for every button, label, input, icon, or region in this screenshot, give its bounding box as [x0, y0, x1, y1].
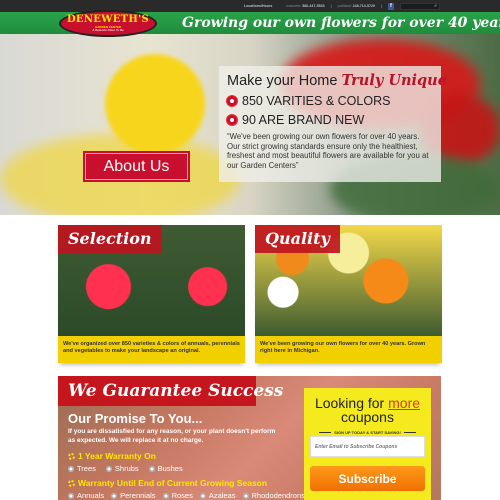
search-icon[interactable]: ⌕: [434, 3, 437, 9]
bullet-icon: [68, 465, 74, 472]
hero-feature-text: 90 ARE BRAND NEW: [242, 113, 365, 127]
coupon-tagline: SIGN UP TODAY & START SAVING!: [304, 430, 431, 435]
hero-feature: 90 ARE BRAND NEW: [227, 113, 433, 127]
email-input[interactable]: [310, 436, 425, 457]
logo-name: DENEWETH'S: [66, 14, 150, 25]
bullet-icon: [68, 492, 74, 499]
hero-heading: Make your Home Truly Unique: [227, 72, 447, 89]
divider: [403, 432, 416, 433]
hero-feature: 850 VARITIES & COLORS: [227, 94, 433, 108]
warranty-items: Annuals Perennials Roses Azaleas Rhodode…: [68, 491, 305, 500]
hero-feature-text: 850 VARITIES & COLORS: [242, 94, 391, 108]
phone-label: portland:: [337, 4, 352, 8]
bullet-icon: [148, 465, 155, 472]
coupon-signup-box: Looking for more coupons SIGN UP TODAY &…: [304, 388, 431, 500]
warranty-item-text: Shrubs: [114, 464, 139, 473]
phone-label: macomb:: [286, 4, 302, 8]
header-tagline: Growing our own flowers for over 40 year…: [182, 15, 500, 31]
bullet-icon: [199, 492, 206, 499]
warranty-item-text: Trees: [77, 464, 96, 473]
about-us-button[interactable]: About Us: [83, 151, 190, 182]
logo[interactable]: DENEWETH'S GARDEN CENTER A Beautiful Pla…: [59, 10, 157, 37]
phone-number[interactable]: 248-714-5720: [353, 4, 375, 8]
card-caption: We've organized over 850 varieties & col…: [58, 336, 245, 363]
coupon-tagline-text: SIGN UP TODAY & START SAVING!: [334, 430, 401, 435]
card-title: Quality: [255, 225, 340, 253]
selection-card[interactable]: Selection We've organized over 850 varie…: [58, 225, 245, 363]
warranty-item-text: Azaleas: [208, 491, 236, 500]
hero-quote: “We've been growing our own flowers for …: [227, 132, 429, 170]
warranty-item: Rhododendrons: [242, 491, 305, 500]
bullet-icon: [111, 492, 118, 499]
subscribe-button[interactable]: Subscribe: [310, 466, 425, 491]
warranty-item-text: Rhododendrons: [251, 491, 305, 500]
warranty-item: Shrubs: [105, 464, 139, 473]
facebook-icon[interactable]: f: [388, 2, 394, 10]
warranty-item-text: Roses: [171, 491, 193, 500]
warranty-item: Annuals: [68, 491, 104, 500]
warranty-item: Roses: [162, 491, 193, 500]
warranty-heading: 1 Year Warranty On: [68, 451, 156, 461]
phone-portland: portland: 248-714-5720: [338, 4, 375, 8]
card-caption: We've been growing our own flowers for o…: [255, 336, 442, 363]
divider: [319, 432, 332, 433]
locations-hours-link[interactable]: Locations/Hours: [244, 4, 272, 8]
warranty-item: Perennials: [111, 491, 156, 500]
promise-text: If you are dissatisfied for any reason, …: [68, 428, 276, 444]
card-title: Selection: [58, 225, 162, 253]
phone-number[interactable]: 586-247-5533: [302, 4, 324, 8]
hero-banner: Make your Home Truly Unique 850 VARITIES…: [0, 34, 500, 215]
hero-bg-yellow-flower: [105, 54, 205, 154]
hero-heading-accent: Truly Unique: [341, 72, 447, 89]
warranty-heading: Warranty Until End of Current Growing Se…: [68, 478, 267, 488]
logo-tagline: A Beautiful Place To Be: [92, 28, 124, 32]
warranty-item: Trees: [68, 464, 96, 473]
warranty-items: Trees Shrubs Bushes: [68, 464, 183, 473]
separator: |: [330, 4, 332, 8]
promise-heading: Our Promise To You...: [68, 411, 203, 426]
warranty-item: Bushes: [148, 464, 183, 473]
hero-info-card: Make your Home Truly Unique 850 VARITIES…: [219, 66, 447, 182]
coupon-heading-line1: Looking for more: [304, 396, 431, 410]
warranty-heading-text: Warranty Until End of Current Growing Se…: [78, 478, 268, 488]
warranty-item-text: Annuals: [77, 491, 105, 500]
flower-icon: [227, 115, 237, 125]
gear-icon: [68, 479, 75, 487]
separator: |: [380, 4, 382, 8]
flower-icon: [227, 96, 237, 106]
page: Locations/Hours macomb: 586-247-5533 | p…: [0, 0, 500, 500]
warranty-item-text: Perennials: [120, 491, 156, 500]
bullet-icon: [162, 492, 169, 499]
warranty-item: Azaleas: [199, 491, 236, 500]
bullet-icon: [242, 492, 249, 499]
phone-macomb: macomb: 586-247-5533: [286, 4, 324, 8]
top-bar: Locations/Hours macomb: 586-247-5533 | p…: [0, 0, 500, 12]
bullet-icon: [105, 465, 112, 472]
guarantee-title: We Guarantee Success: [58, 376, 283, 406]
quality-card[interactable]: Quality We've been growing our own flowe…: [255, 225, 442, 363]
search-input[interactable]: ⌕: [400, 2, 440, 10]
hero-heading-prefix: Make your Home: [227, 73, 338, 89]
gear-icon: [68, 452, 75, 460]
warranty-heading-text: 1 Year Warranty On: [78, 451, 156, 461]
coupon-heading-line2: coupons: [341, 409, 394, 425]
warranty-item-text: Bushes: [157, 464, 183, 473]
